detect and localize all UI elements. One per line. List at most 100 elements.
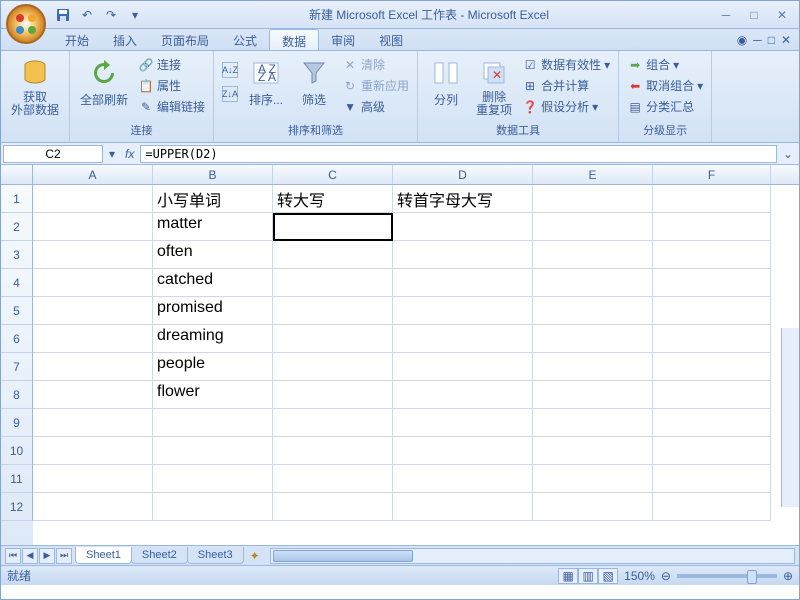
- cell-C7[interactable]: [273, 353, 393, 381]
- cell-E10[interactable]: [533, 437, 653, 465]
- cell-A1[interactable]: [33, 185, 153, 213]
- row-header-5[interactable]: 5: [1, 297, 33, 325]
- name-box[interactable]: [3, 145, 103, 163]
- cell-C3[interactable]: [273, 241, 393, 269]
- cell-B4[interactable]: catched: [153, 269, 273, 297]
- cell-A6[interactable]: [33, 325, 153, 353]
- cell-F3[interactable]: [653, 241, 771, 269]
- sheet-tab-Sheet3[interactable]: Sheet3: [187, 547, 244, 564]
- redo-icon[interactable]: ↷: [101, 5, 121, 25]
- maximize-button[interactable]: □: [741, 6, 767, 24]
- advanced-filter-button[interactable]: ▼高级: [340, 97, 411, 116]
- office-button[interactable]: [6, 4, 46, 44]
- ribbon-min-icon[interactable]: ─: [753, 33, 762, 47]
- cell-B10[interactable]: [153, 437, 273, 465]
- row-header-10[interactable]: 10: [1, 437, 33, 465]
- cell-E8[interactable]: [533, 381, 653, 409]
- row-header-6[interactable]: 6: [1, 325, 33, 353]
- sheet-nav-prev[interactable]: ◀: [22, 548, 38, 564]
- col-header-B[interactable]: B: [153, 165, 273, 184]
- col-header-F[interactable]: F: [653, 165, 771, 184]
- save-icon[interactable]: [53, 5, 73, 25]
- row-header-8[interactable]: 8: [1, 381, 33, 409]
- cell-F7[interactable]: [653, 353, 771, 381]
- row-header-2[interactable]: 2: [1, 213, 33, 241]
- cell-E12[interactable]: [533, 493, 653, 521]
- cell-D12[interactable]: [393, 493, 533, 521]
- cell-A7[interactable]: [33, 353, 153, 381]
- cell-F12[interactable]: [653, 493, 771, 521]
- cell-B9[interactable]: [153, 409, 273, 437]
- page-break-view-button[interactable]: ▧: [598, 568, 618, 584]
- sheet-nav-first[interactable]: ⏮: [5, 548, 21, 564]
- cell-B3[interactable]: often: [153, 241, 273, 269]
- vertical-scrollbar[interactable]: [781, 328, 799, 507]
- reapply-button[interactable]: ↻重新应用: [340, 76, 411, 95]
- cell-D9[interactable]: [393, 409, 533, 437]
- cell-C12[interactable]: [273, 493, 393, 521]
- tab-公式[interactable]: 公式: [221, 29, 269, 50]
- ungroup-button[interactable]: ⬅取消组合 ▾: [625, 76, 705, 95]
- tab-开始[interactable]: 开始: [53, 29, 101, 50]
- cell-D8[interactable]: [393, 381, 533, 409]
- cell-B6[interactable]: dreaming: [153, 325, 273, 353]
- refresh-all-button[interactable]: 全部刷新: [76, 55, 132, 110]
- get-external-data-button[interactable]: 获取 外部数据: [7, 55, 63, 119]
- cell-F4[interactable]: [653, 269, 771, 297]
- cell-A8[interactable]: [33, 381, 153, 409]
- cell-F6[interactable]: [653, 325, 771, 353]
- cell-B12[interactable]: [153, 493, 273, 521]
- edit-links-button[interactable]: ✎编辑链接: [136, 97, 207, 116]
- cell-E4[interactable]: [533, 269, 653, 297]
- cell-F8[interactable]: [653, 381, 771, 409]
- row-header-12[interactable]: 12: [1, 493, 33, 521]
- tab-视图[interactable]: 视图: [367, 29, 415, 50]
- group-button[interactable]: ➡组合 ▾: [625, 55, 705, 74]
- cell-F1[interactable]: [653, 185, 771, 213]
- cell-E2[interactable]: [533, 213, 653, 241]
- cell-A12[interactable]: [33, 493, 153, 521]
- cell-E9[interactable]: [533, 409, 653, 437]
- tab-数据[interactable]: 数据: [269, 29, 319, 50]
- row-header-9[interactable]: 9: [1, 409, 33, 437]
- col-header-E[interactable]: E: [533, 165, 653, 184]
- tab-审阅[interactable]: 审阅: [319, 29, 367, 50]
- cell-C10[interactable]: [273, 437, 393, 465]
- zoom-slider[interactable]: [677, 574, 777, 578]
- subtotal-button[interactable]: ▤分类汇总: [625, 97, 705, 116]
- sort-desc-button[interactable]: Z↓A: [220, 85, 240, 103]
- tab-插入[interactable]: 插入: [101, 29, 149, 50]
- zoom-in-button[interactable]: ⊕: [783, 569, 793, 583]
- cell-D10[interactable]: [393, 437, 533, 465]
- cell-E1[interactable]: [533, 185, 653, 213]
- cell-D7[interactable]: [393, 353, 533, 381]
- col-header-A[interactable]: A: [33, 165, 153, 184]
- select-all-corner[interactable]: [1, 165, 33, 184]
- col-header-D[interactable]: D: [393, 165, 533, 184]
- what-if-button[interactable]: ❓假设分析 ▾: [520, 97, 612, 116]
- sheet-nav-last[interactable]: ⏭: [56, 548, 72, 564]
- filter-button[interactable]: 筛选: [292, 55, 336, 110]
- formula-input[interactable]: [140, 145, 777, 163]
- tab-页面布局[interactable]: 页面布局: [149, 29, 221, 50]
- cell-A2[interactable]: [33, 213, 153, 241]
- cell-D11[interactable]: [393, 465, 533, 493]
- cell-D4[interactable]: [393, 269, 533, 297]
- row-header-1[interactable]: 1: [1, 185, 33, 213]
- connections-button[interactable]: 🔗连接: [136, 55, 207, 74]
- cell-C4[interactable]: [273, 269, 393, 297]
- cell-C9[interactable]: [273, 409, 393, 437]
- cell-A4[interactable]: [33, 269, 153, 297]
- cell-A11[interactable]: [33, 465, 153, 493]
- cell-F2[interactable]: [653, 213, 771, 241]
- row-header-4[interactable]: 4: [1, 269, 33, 297]
- cell-B5[interactable]: promised: [153, 297, 273, 325]
- text-to-columns-button[interactable]: 分列: [424, 55, 468, 110]
- cell-E11[interactable]: [533, 465, 653, 493]
- sort-asc-button[interactable]: A↓Z: [220, 61, 240, 79]
- namebox-dropdown-icon[interactable]: ▾: [105, 147, 119, 161]
- cell-D5[interactable]: [393, 297, 533, 325]
- cell-F11[interactable]: [653, 465, 771, 493]
- cell-A10[interactable]: [33, 437, 153, 465]
- sheet-nav-next[interactable]: ▶: [39, 548, 55, 564]
